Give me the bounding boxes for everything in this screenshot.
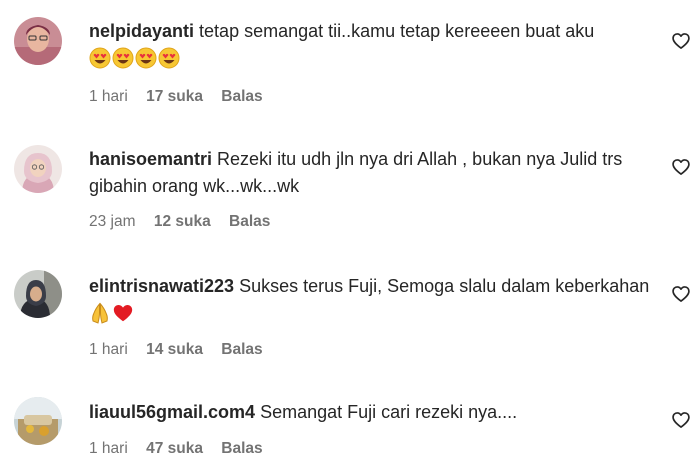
comment-username[interactable]: nelpidayanti <box>89 21 194 41</box>
comment-body: hanisoemantri Rezeki itu udh jln nya dri… <box>89 146 659 200</box>
comment-meta: 1 hari 17 suka Balas <box>89 88 263 106</box>
comment-likes[interactable]: 17 suka <box>146 88 203 105</box>
comment-likes[interactable]: 14 suka <box>146 341 203 358</box>
comment-time: 23 jam <box>89 213 136 230</box>
comment-meta: 1 hari 47 suka Balas <box>89 440 263 458</box>
heart-eyes-emoji <box>112 47 134 69</box>
comment-username[interactable]: liauul56gmail.com4 <box>89 402 255 422</box>
comment-text: tetap semangat tii..kamu tetap kereeeen … <box>199 21 595 41</box>
heart-outline-icon[interactable] <box>671 31 691 51</box>
comment-body: nelpidayanti tetap semangat tii..kamu te… <box>89 18 659 72</box>
reply-button[interactable]: Balas <box>221 88 262 105</box>
comment-time: 1 hari <box>89 88 128 105</box>
reply-button[interactable]: Balas <box>221 341 262 358</box>
comment-body: elintrisnawati223 Sukses terus Fuji, Sem… <box>89 273 659 327</box>
comment-time: 1 hari <box>89 341 128 358</box>
heart-eyes-emoji <box>89 47 111 69</box>
avatar[interactable] <box>14 270 62 318</box>
heart-outline-icon[interactable] <box>671 410 691 430</box>
comment-body: liauul56gmail.com4 Semangat Fuji cari re… <box>89 399 659 426</box>
avatar[interactable] <box>14 145 62 193</box>
comment-meta: 1 hari 14 suka Balas <box>89 341 263 359</box>
heart-outline-icon[interactable] <box>671 157 691 177</box>
comment-meta: 23 jam 12 suka Balas <box>89 213 270 231</box>
comment-time: 1 hari <box>89 440 128 457</box>
heart-eyes-emoji <box>158 47 180 69</box>
comment-text: Sukses terus Fuji, Semoga slalu dalam ke… <box>239 276 650 296</box>
comment-username[interactable]: elintrisnawati223 <box>89 276 234 296</box>
avatar[interactable] <box>14 17 62 65</box>
reply-button[interactable]: Balas <box>221 440 262 457</box>
comment-likes[interactable]: 47 suka <box>146 440 203 457</box>
comment-username[interactable]: hanisoemantri <box>89 149 212 169</box>
comment-emojis <box>89 47 181 69</box>
reply-button[interactable]: Balas <box>229 213 270 230</box>
avatar[interactable] <box>14 397 62 445</box>
comment-text: Semangat Fuji cari rezeki nya.... <box>260 402 518 422</box>
comment-emojis <box>89 302 135 324</box>
red-heart-emoji <box>113 304 133 321</box>
folded-hands-emoji <box>92 302 108 324</box>
heart-outline-icon[interactable] <box>671 284 691 304</box>
comment-likes[interactable]: 12 suka <box>154 213 211 230</box>
heart-eyes-emoji <box>135 47 157 69</box>
